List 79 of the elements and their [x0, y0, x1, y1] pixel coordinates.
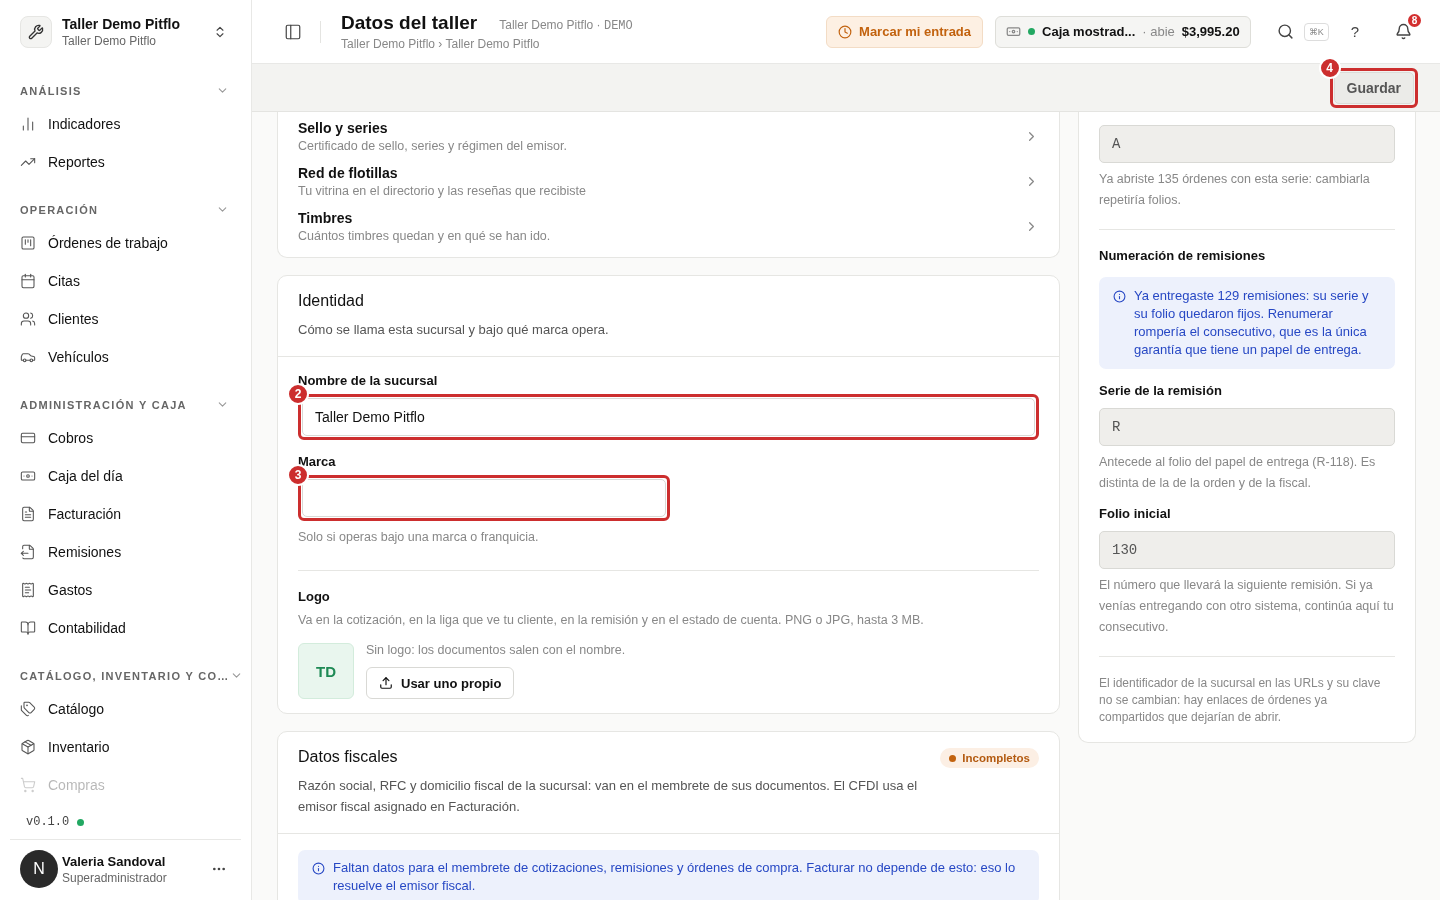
section-title: OPERACIÓN: [20, 203, 99, 216]
settings-link[interactable]: Timbres Cuántos timbres quedan y en qué se han ido.: [278, 204, 1059, 249]
register-button[interactable]: Caja mostrad... · abie $3,995.20: [995, 15, 1251, 48]
card-description: Razón social, RFC y domicilio fiscal de la sucursal: van en el membrete de sus documentos. El CFDI usa el emisor fiscal asignado en Facturación.: [298, 777, 919, 816]
page-title: Datos del taller: [341, 12, 478, 34]
field-label: Logo: [298, 589, 331, 604]
users-icon: [20, 311, 36, 327]
export-icon: [20, 544, 36, 560]
field-help: Antecede al folio del papel de entrega (R-118). Es distinta de la de la orden y de la fiscal.: [1099, 454, 1377, 492]
settings-link[interactable]: Sello y series Certificado de sello, series y régimen del emisor.: [278, 114, 1059, 159]
settings-link[interactable]: Red de flotillas Tu vitrina en el directorio y las reseñas que recibiste: [278, 159, 1059, 204]
nav-item[interactable]: Vehículos: [10, 338, 241, 376]
section-heading: Numeración de remisiones: [1099, 248, 1267, 263]
info-notice: Faltan datos para el membrete de cotizaciones, remisiones y órdenes de compra. Facturar no depende de esto: eso lo resuelve el emisor fiscal.: [298, 850, 1039, 900]
card-description: Cómo se llama esta sucursal y bajo qué marca opera.: [298, 321, 610, 339]
upload-button[interactable]: Usar uno propio: [366, 667, 515, 699]
tags-icon: [20, 701, 36, 717]
banknote-icon: [1006, 24, 1022, 39]
card-title: Datos fiscales: [298, 748, 399, 766]
register-amount: $3,995.20: [1181, 24, 1240, 39]
field-help: Ya abriste 135 órdenes con esta serie: cambiarla repetiría folios.: [1099, 171, 1371, 209]
nav-item[interactable]: Gastos: [10, 571, 241, 609]
nav-item[interactable]: Caja del día: [10, 457, 241, 495]
notification-count: 8: [1406, 12, 1423, 29]
user-name: Valeria Sandoval: [62, 853, 167, 869]
status-badge: Incompletos: [940, 748, 1039, 768]
banknote-icon: [20, 468, 36, 484]
shortcut-hint: ⌘K: [1303, 22, 1329, 41]
avatar: N: [20, 850, 58, 888]
section-title: CATÁLOGO, INVENTARIO Y CO…: [20, 669, 230, 682]
receipt-icon: [20, 582, 36, 598]
section-title: ANÁLISIS: [20, 84, 82, 97]
card-title: Identidad: [298, 292, 365, 310]
field-help: El número que llevará la siguiente remisión. Si ya venías entregando con otro sistema, continúa aquí tu consecutivo.: [1099, 577, 1395, 636]
nav-item[interactable]: Cobros: [10, 419, 241, 457]
logo-status: Sin logo: los documentos salen con el nombre.: [366, 643, 626, 657]
nav-item[interactable]: Citas: [10, 262, 241, 300]
register-status: · abie: [1142, 24, 1175, 39]
field-help: Solo si operas bajo una marca o franquicia.: [298, 529, 540, 546]
field-label: Folio inicial: [1099, 506, 1172, 521]
cart-icon: [20, 777, 36, 793]
workspace-subtitle: Taller Demo Pitflo: [62, 34, 158, 48]
input-field[interactable]: Taller Demo Pitflo: [302, 398, 1035, 436]
section-title: ADMINISTRACIÓN Y CAJA: [20, 398, 187, 411]
book-icon: [20, 620, 36, 636]
nav-item[interactable]: Facturación: [10, 495, 241, 533]
calendar-icon: [20, 273, 36, 289]
version-label: v0.1.0: [26, 815, 70, 829]
card-icon: [20, 430, 36, 446]
register-name: Caja mostrad...: [1042, 24, 1136, 39]
logo-preview: TD: [298, 643, 354, 699]
breadcrumb: Taller Demo Pitflo › Taller Demo Pitflo: [341, 37, 541, 51]
page-context: Taller Demo Pitflo · DEMO: [499, 18, 633, 33]
nav-item[interactable]: Contabilidad: [10, 609, 241, 647]
nav-item[interactable]: Reportes: [10, 143, 241, 181]
nav-item[interactable]: Catálogo: [10, 690, 241, 728]
nav-item[interactable]: Inventario: [10, 728, 241, 766]
clock-icon: [838, 24, 853, 39]
workspace-name: Taller Demo Pitflo: [62, 16, 181, 32]
info-notice: Ya entregaste 129 remisiones: su serie y su folio quedaron fijos. Renumerar rompería el consecutivo, que es la única garantía que tiene un papel de entrega.: [1099, 277, 1395, 369]
document-icon: [20, 506, 36, 522]
info-icon: [1113, 290, 1126, 303]
info-icon: [312, 862, 325, 875]
nav-item[interactable]: Indicadores: [10, 105, 241, 143]
note-text: El identificador de la sucursal en las URLs y su clave no se cambian: hay enlaces de órdenes ya compartidos que dejarían de abrir.: [1099, 675, 1382, 726]
package-icon: [20, 739, 36, 755]
help-button[interactable]: ?: [1346, 19, 1363, 44]
save-button[interactable]: Guardar: [1333, 71, 1414, 104]
nav-item[interactable]: Remisiones: [10, 533, 241, 571]
kanban-icon: [20, 235, 36, 251]
bar-chart-icon: [20, 116, 36, 132]
checkin-button[interactable]: Marcar mi entrada: [826, 15, 984, 48]
workspace-icon: [20, 16, 52, 48]
field-label: Serie de la remisión: [1099, 383, 1223, 398]
nav-item[interactable]: Clientes: [10, 300, 241, 338]
field-help: Va en la cotización, en la liga que ve tu cliente, en la remisión y en el estado de cuenta. PNG o JPG, hasta 3 MB.: [298, 612, 925, 629]
upload-icon: [379, 676, 393, 690]
nav-item[interactable]: Órdenes de trabajo: [10, 224, 241, 262]
user-role: Superadministrador: [62, 870, 168, 885]
